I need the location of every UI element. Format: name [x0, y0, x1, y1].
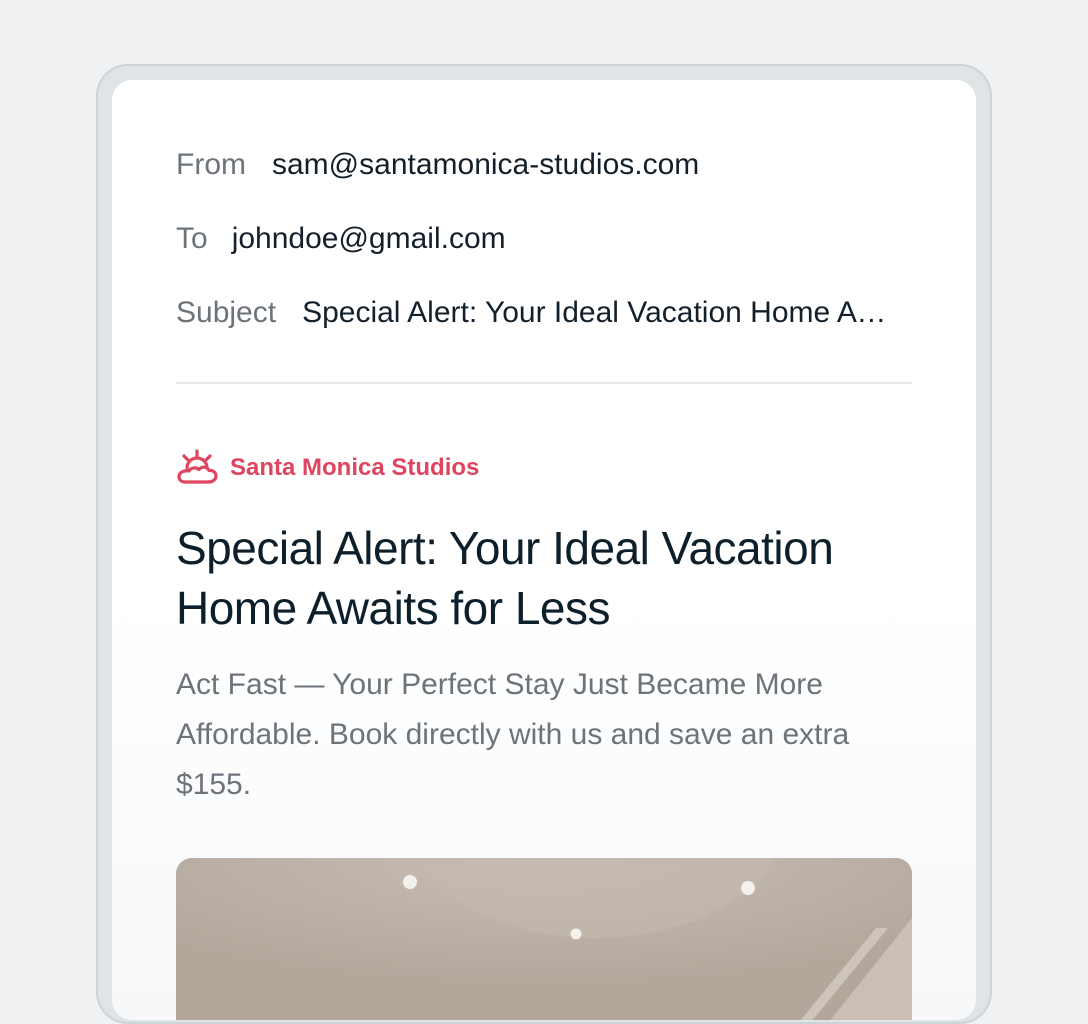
email-body-text: Act Fast — Your Perfect Stay Just Became…	[176, 668, 850, 801]
from-address: sam@santamonica-studios.com	[272, 148, 700, 181]
email-preview-card: From sam@santamonica-studios.com To john…	[112, 80, 976, 1020]
from-label: From	[176, 148, 246, 181]
sun-over-cloud-icon	[177, 449, 218, 484]
subject-text: Special Alert: Your Ideal Vacation Home …	[302, 296, 896, 329]
ceiling-illustration	[176, 858, 912, 1020]
from-row: From sam@santamonica-studios.com	[176, 145, 699, 185]
email-headline: Special Alert: Your Ideal Vacation Home …	[176, 522, 834, 634]
brand-name: Santa Monica Studios	[230, 454, 480, 481]
to-row: To johndoe@gmail.com	[176, 219, 506, 259]
subject-row: Subject Special Alert: Your Ideal Vacati…	[176, 293, 896, 333]
room-interior-photo	[176, 858, 912, 1020]
header-divider	[176, 382, 912, 384]
to-label: To	[176, 222, 208, 255]
brand: Santa Monica Studios	[176, 448, 479, 488]
subject-label: Subject	[176, 296, 277, 329]
to-address: johndoe@gmail.com	[231, 222, 506, 255]
